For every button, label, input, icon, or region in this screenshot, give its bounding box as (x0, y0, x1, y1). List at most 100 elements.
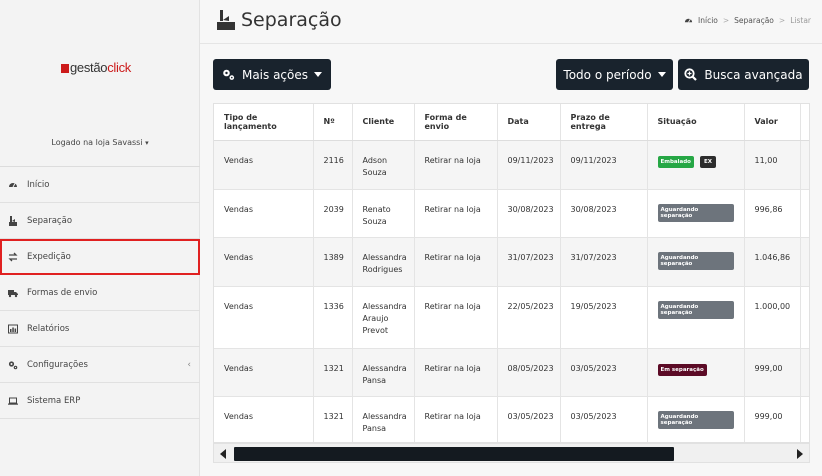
sidebar-item-label: Início (27, 179, 50, 190)
caret-down-icon (314, 72, 323, 77)
cell-situacao: Aguardando separação (647, 395, 745, 442)
cell-tipo: Vendas (214, 188, 314, 237)
cell-forma-envio: Retirar na loja (414, 188, 498, 237)
horizontal-scrollbar[interactable] (213, 443, 810, 463)
cell-valor: 1.000,00 (744, 285, 801, 348)
caret-down-icon (657, 72, 666, 77)
sidebar-item-label: Formas de envio (27, 287, 98, 298)
cell-forma-envio: Retirar na loja (414, 395, 498, 442)
cell-prazo: 03/05/2023 (560, 347, 648, 396)
page-header: Separação Início > Separação > Listar (200, 0, 822, 44)
main-content: Separação Início > Separação > Listar Ma… (200, 0, 822, 476)
more-actions-button[interactable]: Mais ações (213, 59, 331, 90)
cell-prazo: 30/08/2023 (560, 188, 648, 237)
sidebar-item-label: Relatórios (27, 323, 70, 334)
tag-badge: EX (699, 155, 716, 168)
table-row[interactable]: Vendas 1336 Alessandra Araujo Prevot Retira… (214, 285, 809, 348)
cell-forma-envio: Retirar na loja (414, 285, 498, 348)
cell-data: 08/05/2023 (497, 347, 561, 396)
sidebar-item-separacao[interactable]: Separação (0, 203, 200, 239)
cell-situacao: Embalado EX (647, 139, 745, 189)
column-header[interactable]: Valor (744, 104, 801, 141)
cell-situacao: Aguardando separação (647, 236, 745, 286)
cell-cliente: Alessandra Rodrigues (352, 236, 415, 286)
orders-table: Tipo de lançamento Nº Cliente Forma de e… (213, 103, 810, 443)
scroll-right-icon[interactable] (797, 449, 803, 459)
dashboard-icon (684, 16, 693, 25)
cell-numero: 1321 (313, 395, 353, 442)
breadcrumb-separator: > (778, 16, 786, 25)
column-header[interactable]: Data (497, 104, 561, 141)
table-row[interactable]: Vendas 1321 Alessandra Pansa Retirar na loj… (214, 347, 809, 396)
cell-numero: 1389 (313, 236, 353, 286)
search-plus-icon (684, 68, 698, 81)
store-selector[interactable]: Logado na loja Savassi ▾ (0, 138, 200, 147)
cell-loja: 5 (800, 285, 809, 348)
table-row[interactable]: Vendas 1389 Alessandra Rodrigues Retirar na… (214, 236, 809, 286)
cell-tipo: Vendas (214, 285, 314, 348)
sidebar-item-formas-envio[interactable]: Formas de envio (0, 275, 200, 311)
cell-numero: 1336 (313, 285, 353, 348)
cell-prazo: 09/11/2023 (560, 139, 648, 189)
cell-data: 22/05/2023 (497, 285, 561, 348)
column-header[interactable]: L (800, 104, 809, 141)
table-row[interactable]: Vendas 2116 Adson Souza Retirar na loja 09/1… (214, 139, 809, 189)
breadcrumb-separator: > (722, 16, 730, 25)
cell-cliente: Adson Souza (352, 139, 415, 189)
cell-numero: 2116 (313, 139, 353, 189)
cell-forma-envio: Retirar na loja (414, 139, 498, 189)
sidebar-item-configuracoes[interactable]: Configurações ‹ (0, 347, 200, 383)
cell-valor: 999,00 (744, 347, 801, 396)
advanced-search-button[interactable]: Busca avançada (678, 59, 809, 90)
cell-valor: 999,00 (744, 395, 801, 442)
column-header[interactable]: Prazo de entrega (560, 104, 648, 141)
cell-valor: 1.046,86 (744, 236, 801, 286)
period-dropdown-button[interactable]: Todo o período (556, 59, 673, 90)
separation-icon (8, 215, 18, 226)
sidebar-item-label: Separação (27, 215, 73, 226)
sidebar-item-inicio[interactable]: Início (0, 167, 200, 203)
cell-loja: 5 (800, 188, 809, 237)
sidebar-item-expedicao[interactable]: Expedição (0, 239, 200, 275)
more-actions-label: Mais ações (241, 67, 309, 82)
breadcrumb-inicio[interactable]: Início (698, 16, 718, 25)
sidebar: gestão click Logado na loja Savassi ▾ In… (0, 0, 200, 476)
sidebar-nav: Início Separação Expedição Formas de env… (0, 166, 200, 419)
cell-loja: 5 (800, 139, 809, 189)
status-badge: Em separação (657, 363, 707, 376)
cell-cliente: Renato Souza (352, 188, 415, 237)
sidebar-item-relatorios[interactable]: Relatórios (0, 311, 200, 347)
cell-loja: 5 (800, 395, 809, 442)
cell-data: 30/08/2023 (497, 188, 561, 237)
cell-loja: 5 (800, 347, 809, 396)
brand-logo[interactable]: gestão click (61, 59, 131, 75)
column-header[interactable]: Nº (313, 104, 353, 141)
dashboard-icon (8, 180, 18, 190)
period-label: Todo o período (563, 67, 652, 82)
table-row[interactable]: Vendas 2039 Renato Souza Retirar na loja 30/… (214, 188, 809, 237)
column-header[interactable]: Cliente (352, 104, 415, 141)
gears-icon (222, 68, 235, 81)
cell-cliente: Alessandra Araujo Prevot (352, 285, 415, 348)
cell-forma-envio: Retirar na loja (414, 236, 498, 286)
status-badge: Aguardando separação (657, 300, 734, 319)
cell-data: 03/05/2023 (497, 395, 561, 442)
scroll-left-icon[interactable] (220, 449, 226, 459)
table-row[interactable]: Vendas 1321 Alessandra Pansa Retirar na loj… (214, 395, 809, 442)
column-header[interactable]: Situação (647, 104, 745, 141)
scrollbar-thumb[interactable] (234, 447, 674, 461)
column-header[interactable]: Tipo de lançamento (214, 104, 314, 141)
cell-cliente: Alessandra Pansa (352, 347, 415, 396)
sidebar-item-label: Expedição (27, 251, 71, 262)
status-badge: Embalado (657, 155, 694, 168)
breadcrumb: Início > Separação > Listar (684, 16, 811, 25)
column-header[interactable]: Forma de envio (414, 104, 498, 141)
breadcrumb-separacao[interactable]: Separação (734, 16, 774, 25)
laptop-icon (8, 396, 18, 406)
table-header-row: Tipo de lançamento Nº Cliente Forma de e… (214, 104, 809, 141)
report-icon (8, 324, 18, 334)
sidebar-item-sistema-erp[interactable]: Sistema ERP (0, 383, 200, 419)
truck-icon (8, 288, 18, 298)
logo-text-click: click (107, 59, 132, 75)
sidebar-item-label: Configurações (27, 359, 88, 370)
